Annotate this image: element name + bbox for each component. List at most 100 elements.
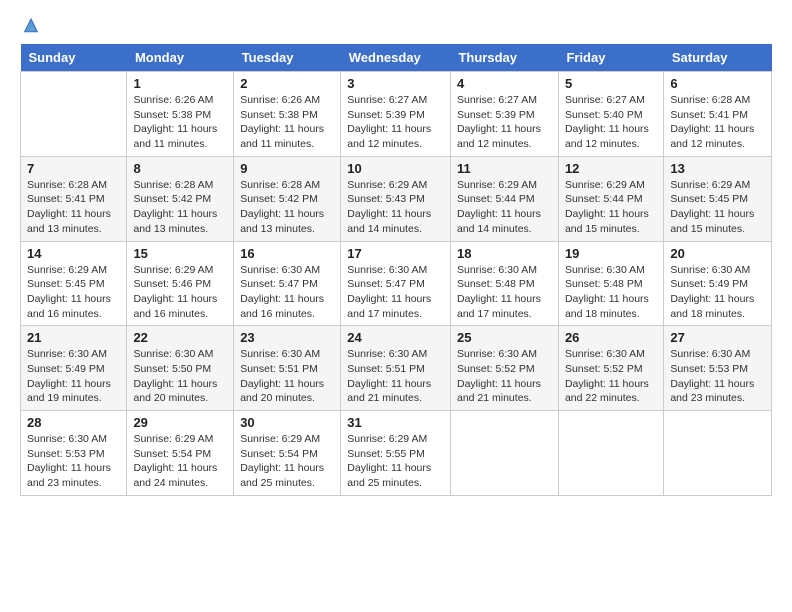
day-number: 26 bbox=[565, 330, 657, 345]
day-number: 13 bbox=[670, 161, 765, 176]
day-info: Sunrise: 6:30 AM Sunset: 5:51 PM Dayligh… bbox=[347, 347, 444, 406]
day-info: Sunrise: 6:30 AM Sunset: 5:48 PM Dayligh… bbox=[565, 263, 657, 322]
day-number: 22 bbox=[133, 330, 227, 345]
day-number: 14 bbox=[27, 246, 120, 261]
day-info: Sunrise: 6:29 AM Sunset: 5:44 PM Dayligh… bbox=[457, 178, 552, 237]
day-info: Sunrise: 6:29 AM Sunset: 5:46 PM Dayligh… bbox=[133, 263, 227, 322]
day-info: Sunrise: 6:30 AM Sunset: 5:48 PM Dayligh… bbox=[457, 263, 552, 322]
day-info: Sunrise: 6:29 AM Sunset: 5:43 PM Dayligh… bbox=[347, 178, 444, 237]
logo-icon bbox=[22, 16, 40, 34]
day-number: 23 bbox=[240, 330, 334, 345]
day-number: 4 bbox=[457, 76, 552, 91]
calendar-week-row: 14 Sunrise: 6:29 AM Sunset: 5:45 PM Dayli… bbox=[21, 241, 772, 326]
day-info: Sunrise: 6:30 AM Sunset: 5:49 PM Dayligh… bbox=[27, 347, 120, 406]
day-number: 19 bbox=[565, 246, 657, 261]
day-number: 25 bbox=[457, 330, 552, 345]
page-header bbox=[20, 16, 772, 34]
day-number: 3 bbox=[347, 76, 444, 91]
day-info: Sunrise: 6:26 AM Sunset: 5:38 PM Dayligh… bbox=[133, 93, 227, 152]
header-wednesday: Wednesday bbox=[341, 44, 451, 72]
calendar-cell: 14 Sunrise: 6:29 AM Sunset: 5:45 PM Dayli… bbox=[21, 241, 127, 326]
calendar-cell bbox=[558, 411, 663, 496]
calendar-cell: 19 Sunrise: 6:30 AM Sunset: 5:48 PM Dayli… bbox=[558, 241, 663, 326]
day-info: Sunrise: 6:26 AM Sunset: 5:38 PM Dayligh… bbox=[240, 93, 334, 152]
calendar-cell: 24 Sunrise: 6:30 AM Sunset: 5:51 PM Dayli… bbox=[341, 326, 451, 411]
calendar-cell: 8 Sunrise: 6:28 AM Sunset: 5:42 PM Daylig… bbox=[127, 156, 234, 241]
day-info: Sunrise: 6:30 AM Sunset: 5:52 PM Dayligh… bbox=[457, 347, 552, 406]
calendar-table: SundayMondayTuesdayWednesdayThursdayFrid… bbox=[20, 44, 772, 496]
calendar-cell: 1 Sunrise: 6:26 AM Sunset: 5:38 PM Daylig… bbox=[127, 72, 234, 157]
header-saturday: Saturday bbox=[664, 44, 772, 72]
day-number: 15 bbox=[133, 246, 227, 261]
calendar-cell: 15 Sunrise: 6:29 AM Sunset: 5:46 PM Dayli… bbox=[127, 241, 234, 326]
day-number: 17 bbox=[347, 246, 444, 261]
day-info: Sunrise: 6:30 AM Sunset: 5:50 PM Dayligh… bbox=[133, 347, 227, 406]
calendar-cell: 28Sunrise: 6:30 AM Sunset: 5:53 PM Dayli… bbox=[21, 411, 127, 496]
day-number: 30 bbox=[240, 415, 334, 430]
calendar-cell bbox=[21, 72, 127, 157]
day-info: Sunrise: 6:30 AM Sunset: 5:52 PM Dayligh… bbox=[565, 347, 657, 406]
day-number: 31 bbox=[347, 415, 444, 430]
calendar-cell: 3 Sunrise: 6:27 AM Sunset: 5:39 PM Daylig… bbox=[341, 72, 451, 157]
day-info: Sunrise: 6:30 AM Sunset: 5:53 PM Dayligh… bbox=[670, 347, 765, 406]
calendar-cell: 5 Sunrise: 6:27 AM Sunset: 5:40 PM Daylig… bbox=[558, 72, 663, 157]
day-info: Sunrise: 6:29 AM Sunset: 5:45 PM Dayligh… bbox=[670, 178, 765, 237]
header-monday: Monday bbox=[127, 44, 234, 72]
logo bbox=[20, 16, 40, 34]
day-number: 18 bbox=[457, 246, 552, 261]
day-info: Sunrise: 6:29 AM Sunset: 5:44 PM Dayligh… bbox=[565, 178, 657, 237]
calendar-cell: 9Sunrise: 6:28 AM Sunset: 5:42 PM Daylig… bbox=[234, 156, 341, 241]
header-tuesday: Tuesday bbox=[234, 44, 341, 72]
day-info: Sunrise: 6:27 AM Sunset: 5:39 PM Dayligh… bbox=[457, 93, 552, 152]
day-info: Sunrise: 6:30 AM Sunset: 5:47 PM Dayligh… bbox=[347, 263, 444, 322]
calendar-cell: 7 Sunrise: 6:28 AM Sunset: 5:41 PM Daylig… bbox=[21, 156, 127, 241]
day-number: 6 bbox=[670, 76, 765, 91]
day-info: Sunrise: 6:28 AM Sunset: 5:42 PM Dayligh… bbox=[240, 178, 334, 237]
calendar-cell: 13 Sunrise: 6:29 AM Sunset: 5:45 PM Dayli… bbox=[664, 156, 772, 241]
calendar-cell: 12 Sunrise: 6:29 AM Sunset: 5:44 PM Dayli… bbox=[558, 156, 663, 241]
day-number: 7 bbox=[27, 161, 120, 176]
calendar-cell: 31 Sunrise: 6:29 AM Sunset: 5:55 PM Dayli… bbox=[341, 411, 451, 496]
day-info: Sunrise: 6:28 AM Sunset: 5:42 PM Dayligh… bbox=[133, 178, 227, 237]
day-number: 5 bbox=[565, 76, 657, 91]
header-sunday: Sunday bbox=[21, 44, 127, 72]
calendar-cell: 16 Sunrise: 6:30 AM Sunset: 5:47 PM Dayli… bbox=[234, 241, 341, 326]
day-number: 11 bbox=[457, 161, 552, 176]
calendar-cell: 21Sunrise: 6:30 AM Sunset: 5:49 PM Dayli… bbox=[21, 326, 127, 411]
calendar-cell: 23 Sunrise: 6:30 AM Sunset: 5:51 PM Dayli… bbox=[234, 326, 341, 411]
calendar-cell: 30 Sunrise: 6:29 AM Sunset: 5:54 PM Dayli… bbox=[234, 411, 341, 496]
day-info: Sunrise: 6:29 AM Sunset: 5:54 PM Dayligh… bbox=[133, 432, 227, 491]
day-info: Sunrise: 6:30 AM Sunset: 5:47 PM Dayligh… bbox=[240, 263, 334, 322]
calendar-cell: 18 Sunrise: 6:30 AM Sunset: 5:48 PM Dayli… bbox=[450, 241, 558, 326]
calendar-week-row: 1 Sunrise: 6:26 AM Sunset: 5:38 PM Daylig… bbox=[21, 72, 772, 157]
calendar-cell: 25 Sunrise: 6:30 AM Sunset: 5:52 PM Dayli… bbox=[450, 326, 558, 411]
day-info: Sunrise: 6:30 AM Sunset: 5:51 PM Dayligh… bbox=[240, 347, 334, 406]
day-number: 12 bbox=[565, 161, 657, 176]
calendar-header-row: SundayMondayTuesdayWednesdayThursdayFrid… bbox=[21, 44, 772, 72]
day-info: Sunrise: 6:28 AM Sunset: 5:41 PM Dayligh… bbox=[27, 178, 120, 237]
day-number: 24 bbox=[347, 330, 444, 345]
calendar-cell: 22 Sunrise: 6:30 AM Sunset: 5:50 PM Dayli… bbox=[127, 326, 234, 411]
day-info: Sunrise: 6:27 AM Sunset: 5:40 PM Dayligh… bbox=[565, 93, 657, 152]
calendar-cell: 10Sunrise: 6:29 AM Sunset: 5:43 PM Dayli… bbox=[341, 156, 451, 241]
calendar-week-row: 28Sunrise: 6:30 AM Sunset: 5:53 PM Dayli… bbox=[21, 411, 772, 496]
calendar-cell bbox=[450, 411, 558, 496]
calendar-cell: 29 Sunrise: 6:29 AM Sunset: 5:54 PM Dayli… bbox=[127, 411, 234, 496]
calendar-cell: 6 Sunrise: 6:28 AM Sunset: 5:41 PM Daylig… bbox=[664, 72, 772, 157]
day-number: 8 bbox=[133, 161, 227, 176]
day-number: 2 bbox=[240, 76, 334, 91]
day-info: Sunrise: 6:28 AM Sunset: 5:41 PM Dayligh… bbox=[670, 93, 765, 152]
day-info: Sunrise: 6:30 AM Sunset: 5:49 PM Dayligh… bbox=[670, 263, 765, 322]
day-info: Sunrise: 6:29 AM Sunset: 5:45 PM Dayligh… bbox=[27, 263, 120, 322]
header-thursday: Thursday bbox=[450, 44, 558, 72]
day-number: 16 bbox=[240, 246, 334, 261]
day-info: Sunrise: 6:27 AM Sunset: 5:39 PM Dayligh… bbox=[347, 93, 444, 152]
day-info: Sunrise: 6:29 AM Sunset: 5:54 PM Dayligh… bbox=[240, 432, 334, 491]
day-number: 27 bbox=[670, 330, 765, 345]
day-info: Sunrise: 6:29 AM Sunset: 5:55 PM Dayligh… bbox=[347, 432, 444, 491]
day-number: 29 bbox=[133, 415, 227, 430]
header-friday: Friday bbox=[558, 44, 663, 72]
calendar-cell: 26 Sunrise: 6:30 AM Sunset: 5:52 PM Dayli… bbox=[558, 326, 663, 411]
day-number: 1 bbox=[133, 76, 227, 91]
day-info: Sunrise: 6:30 AM Sunset: 5:53 PM Dayligh… bbox=[27, 432, 120, 491]
